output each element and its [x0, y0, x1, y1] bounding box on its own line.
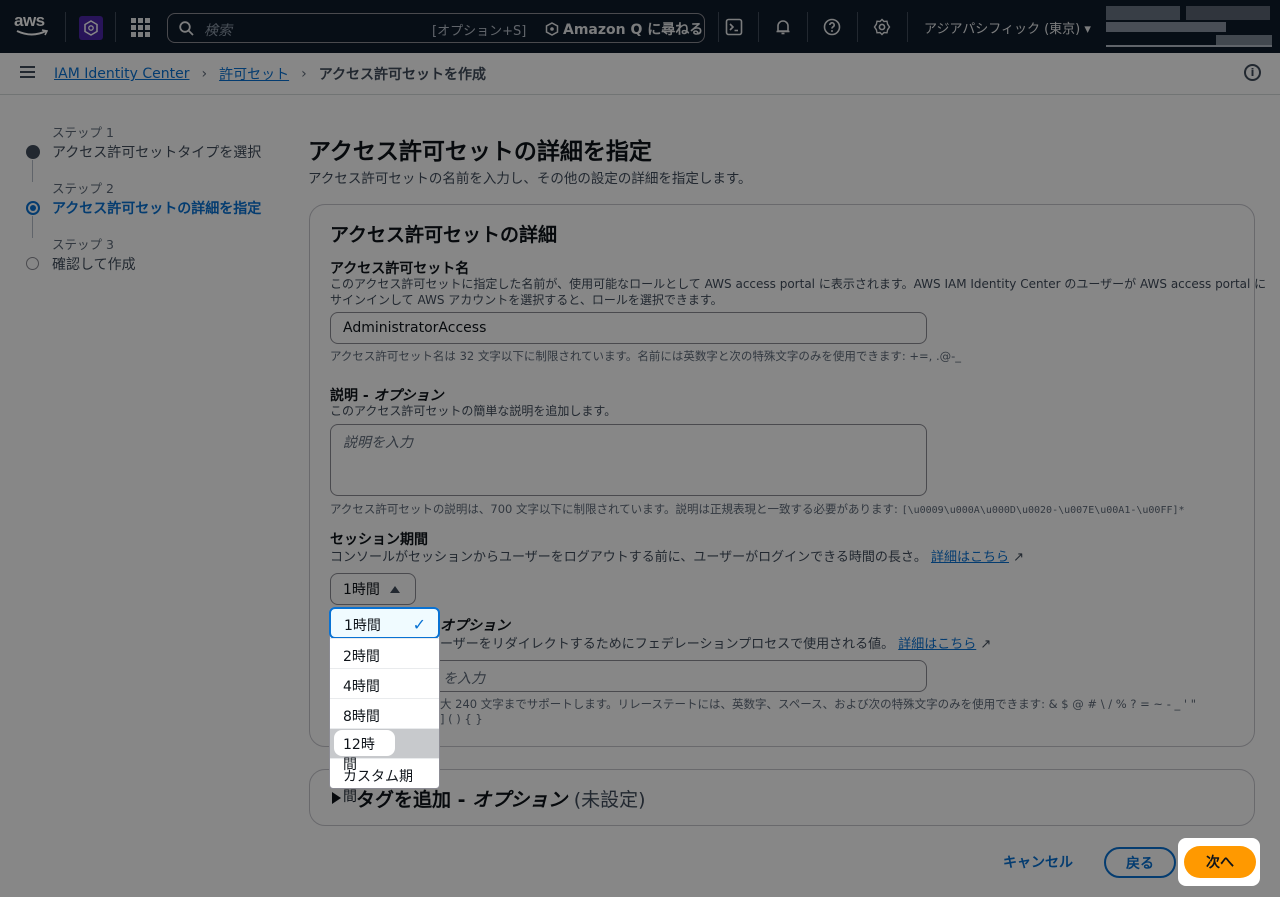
bell-icon[interactable] — [773, 17, 793, 37]
cloudshell-icon[interactable] — [724, 17, 744, 37]
nav-divider — [718, 12, 719, 42]
relay-state-help-text: ーザーをリダイレクトするためにフェデレーションプロセスで使用される値。 — [440, 637, 895, 652]
wizard-steps: ステップ 1 アクセス許可セットタイプを選択 ステップ 2 アクセス許可セットの… — [26, 122, 286, 290]
nav-divider — [115, 12, 116, 42]
description-hint: アクセス許可セットの説明は、700 文字以下に制限されています。説明は正規表現と… — [330, 501, 1185, 517]
dropdown-option[interactable]: 4時間 — [330, 668, 439, 698]
dropdown-option[interactable]: 2時間 — [330, 638, 439, 668]
amazon-q-button[interactable]: Amazon Q に尋ねる — [545, 19, 703, 39]
next-button[interactable]: 次へ — [1184, 846, 1256, 878]
account-menu[interactable] — [1106, 5, 1272, 47]
amazon-q-label: Amazon Q に尋ねる — [563, 22, 704, 38]
relay-state-label: オプション — [440, 618, 510, 634]
aws-smile-icon — [16, 29, 48, 36]
info-icon[interactable]: i — [1244, 64, 1261, 81]
session-duration-help-text: コンソールがセッションからユーザーをログアウトする前に、ユーザーがログインできる… — [330, 550, 927, 565]
aws-logo-text: aws — [14, 11, 45, 30]
amazon-q-icon — [545, 22, 559, 36]
search-shortcut: [オプション+S] — [432, 24, 527, 39]
breadcrumb-bar: IAM Identity Center › 許可セット › アクセス許可セットを… — [0, 53, 1280, 95]
search-icon — [179, 21, 194, 36]
session-duration-label: セッション期間 — [330, 532, 428, 548]
cancel-button[interactable]: キャンセル — [1003, 852, 1073, 872]
step-number: ステップ 2 — [52, 181, 114, 196]
session-duration-help: コンソールがセッションからユーザーをログアウトする前に、ユーザーがログインできる… — [330, 550, 1024, 566]
breadcrumb-link-iam-identity-center[interactable]: IAM Identity Center — [54, 66, 189, 82]
step-complete-icon — [26, 145, 40, 159]
next-button-highlight: 次へ — [1178, 838, 1260, 886]
breadcrumb-link-permission-sets[interactable]: 許可セット — [219, 64, 289, 84]
description-textarea[interactable]: 説明を入力 — [330, 424, 927, 496]
wizard-step-2: ステップ 2 アクセス許可セットの詳細を指定 — [26, 178, 286, 238]
check-icon: ✓ — [412, 615, 426, 634]
services-grid-icon[interactable] — [131, 18, 150, 37]
search-placeholder: 検索 — [204, 23, 232, 39]
page-description: アクセス許可セットの名前を入力し、その他の設定の詳細を指定します。 — [308, 171, 752, 187]
step-label: アクセス許可セットの詳細を指定 — [52, 201, 262, 217]
wizard-step-1[interactable]: ステップ 1 アクセス許可セットタイプを選択 — [26, 122, 286, 182]
caret-right-icon — [332, 792, 341, 804]
settings-icon[interactable] — [872, 17, 892, 37]
name-hint: アクセス許可セット名は 32 文字以下に制限されています。名前には英数字と次の特… — [330, 349, 962, 363]
breadcrumb: IAM Identity Center › 許可セット › アクセス許可セットを… — [54, 64, 486, 84]
top-navigation: aws 検索 [オプション+S] Amazon Q に尋ねる アジアパシフィック… — [0, 0, 1280, 53]
tags-section[interactable]: タグを追加 - オプション (未設定) — [309, 769, 1255, 826]
page-title: アクセス許可セットの詳細を指定 — [308, 139, 652, 165]
nav-divider — [65, 12, 66, 42]
back-button[interactable]: 戻る — [1104, 847, 1176, 878]
session-duration-select[interactable]: 1時間 — [330, 573, 416, 605]
external-link-icon: ↗ — [1013, 550, 1025, 565]
aws-logo[interactable]: aws — [14, 12, 52, 40]
relay-learn-more-link[interactable]: 詳細はこちら — [898, 637, 976, 652]
dropdown-option-highlighted[interactable]: 12時間 — [334, 730, 395, 773]
step-active-icon — [26, 201, 40, 215]
optional-tag: オプション — [373, 388, 444, 404]
relay-state-hint: 大 240 文字までサポートします。リレーステートには、英数字、スペース、および… — [440, 697, 1197, 711]
section-heading: アクセス許可セットの詳細 — [330, 224, 558, 246]
iam-identity-center-icon[interactable] — [79, 16, 103, 40]
description-help: このアクセス許可セットの簡単な説明を追加します。 — [330, 404, 617, 418]
details-container: アクセス許可セットの詳細 アクセス許可セット名 このアクセス許可セットに指定した… — [309, 204, 1266, 747]
chevron-right-icon: › — [301, 66, 307, 82]
dropdown-option[interactable]: 1時間 ✓ — [329, 607, 440, 639]
breadcrumb-current: アクセス許可セットを作成 — [318, 67, 486, 83]
permission-set-name-input[interactable]: AdministratorAccess — [330, 312, 927, 344]
region-selector[interactable]: アジアパシフィック (東京) ▾ — [924, 18, 1091, 37]
description-hint-text: アクセス許可セットの説明は、700 文字以下に制限されています。説明は正規表現と… — [330, 502, 902, 516]
nav-divider — [807, 12, 808, 42]
description-regex: [\u0009\u000A\u000D\u0020-\u007E\u00A1-\… — [901, 505, 1185, 516]
menu-icon[interactable] — [20, 66, 35, 78]
chevron-right-icon: › — [201, 66, 208, 82]
nav-divider — [907, 12, 908, 42]
description-label: 説明 - オプション — [330, 385, 444, 405]
help-icon[interactable] — [822, 17, 842, 37]
step-pending-icon — [26, 257, 39, 270]
relay-state-hint-line2: ] ( ) { } — [440, 712, 483, 726]
relay-state-help: ーザーをリダイレクトするためにフェデレーションプロセスで使用される値。 詳細はこ… — [440, 637, 991, 653]
step-label: アクセス許可セットタイプを選択 — [52, 145, 262, 161]
session-duration-value: 1時間 — [343, 582, 380, 598]
description-label-text: 説明 - — [330, 388, 374, 404]
dropdown-option[interactable]: 8時間 — [330, 698, 439, 728]
nav-divider — [857, 12, 858, 42]
tags-heading: タグを追加 - オプション (未設定) — [356, 789, 646, 811]
step-label: 確認して作成 — [52, 257, 136, 273]
name-description-line1: このアクセス許可セットに指定した名前が、使用可能なロールとして AWS acce… — [330, 277, 1267, 291]
step-number: ステップ 3 — [52, 237, 114, 252]
step-number: ステップ 1 — [52, 125, 114, 140]
caret-up-icon — [389, 585, 400, 593]
nav-divider — [758, 12, 759, 42]
external-link-icon: ↗ — [980, 637, 992, 652]
search-input[interactable]: 検索 [オプション+S] Amazon Q に尋ねる — [167, 13, 705, 43]
wizard-step-3: ステップ 3 確認して作成 — [26, 234, 286, 290]
name-description-line2: サインインして AWS アカウントを選択すると、ロールを選択できます。 — [330, 293, 723, 307]
name-label: アクセス許可セット名 — [330, 261, 470, 277]
learn-more-link[interactable]: 詳細はこちら — [931, 550, 1009, 565]
